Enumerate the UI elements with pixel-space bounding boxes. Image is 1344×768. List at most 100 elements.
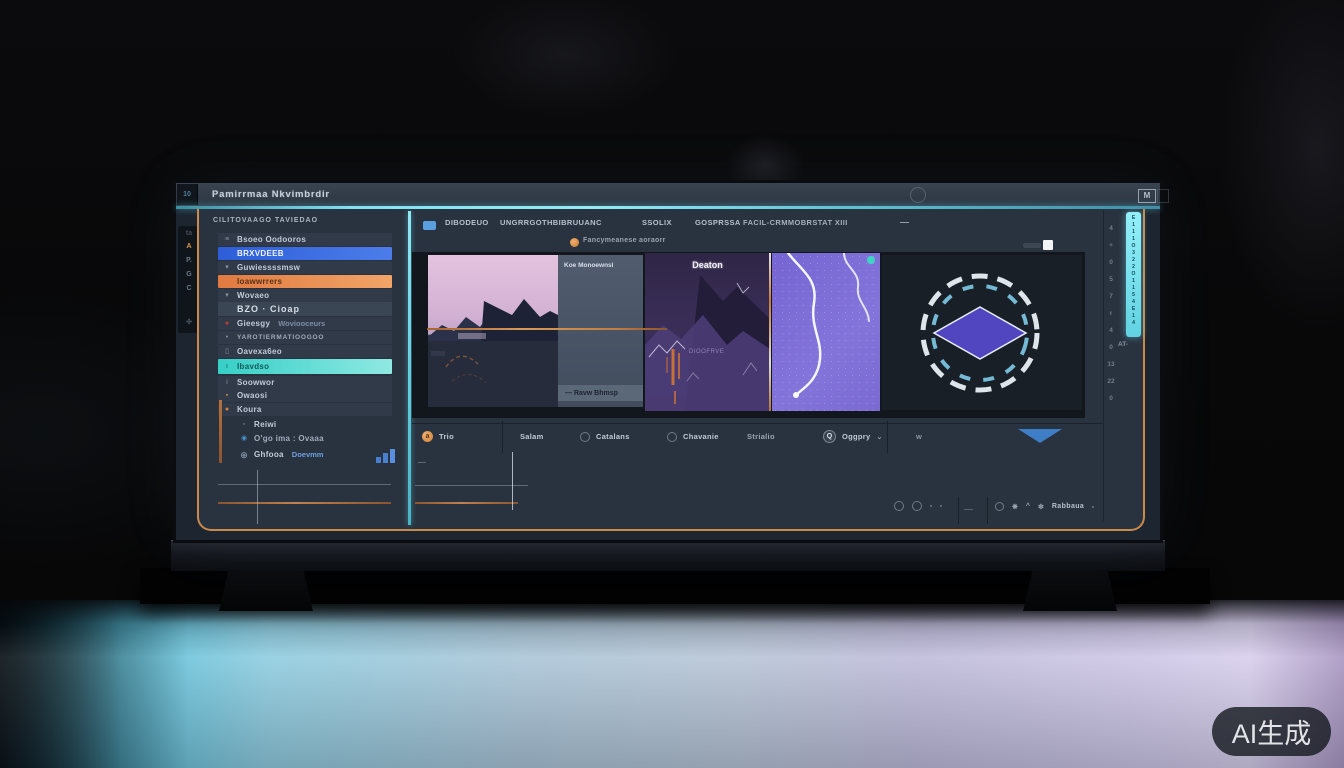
dot-icon: • bbox=[222, 333, 232, 343]
ruler-value: 4 bbox=[1104, 225, 1118, 232]
tab-5[interactable]: FACIL-CRMMOBRSTAT XIII bbox=[743, 218, 848, 227]
scene: 10 Pamirrmaa Nkvimbrdir M ta A P. G C ✣ … bbox=[0, 0, 1344, 768]
sidebar-subitem[interactable]: ▫ Reiwi bbox=[235, 418, 392, 431]
panel-divider[interactable] bbox=[408, 211, 411, 525]
sidebar-item[interactable]: ● Gieesgy Woviooceurs bbox=[218, 317, 392, 330]
floor-glow bbox=[0, 600, 1344, 768]
sidebar-subitem[interactable]: ◉ O'go ima : Ovaaa bbox=[235, 432, 392, 445]
dash-icon[interactable] bbox=[964, 509, 973, 510]
paw-icon[interactable]: ❋ bbox=[1012, 503, 1018, 511]
toolbar-item-salam[interactable]: Salam bbox=[520, 430, 544, 443]
sidebar-divider-orange bbox=[218, 502, 391, 504]
circle-icon bbox=[580, 432, 590, 442]
thumbnail-purple-chart[interactable]: Deaton DIOOFRVE bbox=[645, 253, 770, 411]
toolbar-item-more[interactable]: w bbox=[916, 430, 922, 443]
monitor-screen: 10 Pamirrmaa Nkvimbrdir M ta A P. G C ✣ … bbox=[176, 183, 1160, 540]
sidebar-header: CILITOVAAGO TAVIEDAO bbox=[213, 217, 318, 224]
ruler-value: 5 bbox=[1104, 276, 1118, 283]
panel-split-line bbox=[769, 253, 771, 411]
status-divider bbox=[958, 497, 959, 524]
minimize-dash-icon[interactable]: — bbox=[900, 217, 909, 227]
playhead-line[interactable] bbox=[427, 328, 667, 330]
chart-note: DIOOFRVE bbox=[689, 349, 724, 355]
ruler-value: 22 bbox=[1104, 378, 1118, 385]
tick-mark bbox=[418, 462, 426, 463]
card-top-label: Koe Monoewnsl bbox=[564, 262, 613, 269]
toolbar-item-catalans[interactable]: Catalans bbox=[580, 430, 630, 443]
toolbar-item-chavanie[interactable]: Chavanie bbox=[667, 430, 719, 443]
candlestick-art bbox=[645, 253, 770, 411]
orange-badge-icon[interactable] bbox=[570, 238, 579, 247]
tab-3[interactable]: SSOLIX bbox=[642, 218, 672, 227]
at-label: AT- bbox=[1118, 341, 1128, 348]
window-title: Pamirrmaa Nkvimbrdir bbox=[212, 189, 330, 200]
dot-icon bbox=[940, 505, 942, 507]
status-circle-icon[interactable] bbox=[894, 501, 904, 511]
scrollbar-thumb[interactable]: E111O322O1154E14 bbox=[1126, 212, 1141, 337]
tab-2[interactable]: UNGRRGOTHBIBRUUANC bbox=[500, 218, 602, 227]
document-icon: ▯ bbox=[222, 347, 232, 357]
checkbox[interactable] bbox=[1043, 240, 1053, 250]
thumbnail-info-card[interactable]: Koe Monoewnsl — Ravw Bhmsp bbox=[558, 255, 643, 407]
status-circle-icon[interactable] bbox=[995, 502, 1004, 511]
monitor-bezel bbox=[171, 540, 1165, 571]
sidebar-item[interactable]: ● Koura bbox=[218, 403, 392, 416]
blank-icon: ı bbox=[222, 362, 232, 372]
status-divider bbox=[987, 497, 988, 524]
titlebar-circle-icon[interactable] bbox=[910, 187, 926, 203]
sidebar-subitem[interactable]: ⊕ Ghfooa Doevmm bbox=[235, 447, 392, 462]
tab-1[interactable]: DIBODEUO bbox=[445, 218, 489, 227]
thumbnail-diamond-target[interactable] bbox=[882, 255, 1082, 410]
app-icon[interactable]: 10 bbox=[177, 184, 198, 205]
sidebar-item[interactable]: • YAROTIERMATIOOGOO bbox=[218, 331, 392, 344]
window-ghost-icon[interactable] bbox=[1157, 189, 1169, 203]
sidebar-item-selected-blue[interactable]: BRXVDEEB bbox=[218, 247, 392, 260]
thumbnail-curve[interactable] bbox=[772, 253, 880, 411]
sidebar-divider-gray bbox=[218, 484, 391, 485]
ruler-value: 0 bbox=[1104, 259, 1118, 266]
ruler-value: 0 bbox=[1104, 344, 1118, 351]
mini-slider[interactable] bbox=[1023, 243, 1041, 248]
sidebar-crosshair-line bbox=[257, 470, 258, 524]
app-frame: CILITOVAAGO TAVIEDAO ≡ Bsoeo Oodooros BR… bbox=[197, 209, 1145, 531]
ruler-value: r bbox=[1104, 310, 1118, 317]
sidebar-item[interactable]: ▯ Oavexa6eo bbox=[218, 345, 392, 358]
sidebar-item[interactable]: ≡ Bsoeo Oodooros bbox=[218, 233, 392, 246]
sidebar-item[interactable]: ▪ Owaosi bbox=[218, 389, 392, 402]
window-mode-icon[interactable]: M bbox=[1138, 189, 1156, 203]
toolbar-item-strialio[interactable]: Strialio bbox=[747, 430, 775, 443]
status-icon-group-left bbox=[894, 501, 942, 511]
caret-up-icon[interactable]: ^ bbox=[1026, 503, 1030, 510]
caret-icon: ▾ bbox=[222, 263, 232, 273]
red-dot-icon: ● bbox=[222, 319, 232, 329]
sidebar-item[interactable]: i Soowwor bbox=[218, 376, 392, 389]
monitor-foot-left bbox=[219, 571, 313, 611]
sidebar-item-group[interactable]: BZO · Cioap bbox=[218, 302, 392, 316]
star-badge-icon[interactable]: ✻ bbox=[1038, 503, 1044, 511]
thumbnail-landscape[interactable] bbox=[428, 255, 558, 407]
bullet-icon: ▫ bbox=[239, 420, 249, 430]
toolbar-item-oggpry[interactable]: Q Oggpry ⌄ bbox=[823, 430, 882, 443]
down-triangle-icon[interactable] bbox=[1018, 429, 1062, 443]
sidebar-item-selected-orange[interactable]: Ioawwrrers bbox=[218, 275, 392, 288]
globe-icon: ⊕ bbox=[239, 450, 249, 460]
circle-icon bbox=[667, 432, 677, 442]
status-label: Rabbaua bbox=[1052, 503, 1084, 510]
list-icon: ≡ bbox=[222, 235, 232, 245]
sidebar-item[interactable]: ▾ Guwiessssmsw bbox=[218, 261, 392, 274]
title-bar: 10 Pamirrmaa Nkvimbrdir M bbox=[176, 183, 1160, 207]
sidebar-orange-marker bbox=[219, 400, 222, 463]
monitor-foot-right bbox=[1023, 571, 1117, 611]
ruler-value: 7 bbox=[1104, 293, 1118, 300]
bar-chart-icon[interactable] bbox=[376, 449, 396, 463]
sidebar-item-selected-cyan[interactable]: ı Ibavdso bbox=[218, 359, 392, 374]
filter-label: Fancymeanese aoraorr bbox=[583, 237, 666, 244]
toolbar-divider bbox=[502, 421, 503, 453]
ruler-value: + bbox=[1104, 242, 1118, 249]
sidebar-item[interactable]: ▾ Wovaeo bbox=[218, 289, 392, 302]
status-circle-icon[interactable] bbox=[912, 501, 922, 511]
toolbar-item-trio[interactable]: a Trio bbox=[422, 430, 454, 443]
tab-4[interactable]: GOSPRSSA bbox=[695, 218, 741, 227]
card-bottom-bar[interactable]: — Ravw Bhmsp bbox=[558, 385, 643, 401]
view-mode-icon[interactable] bbox=[423, 221, 436, 230]
